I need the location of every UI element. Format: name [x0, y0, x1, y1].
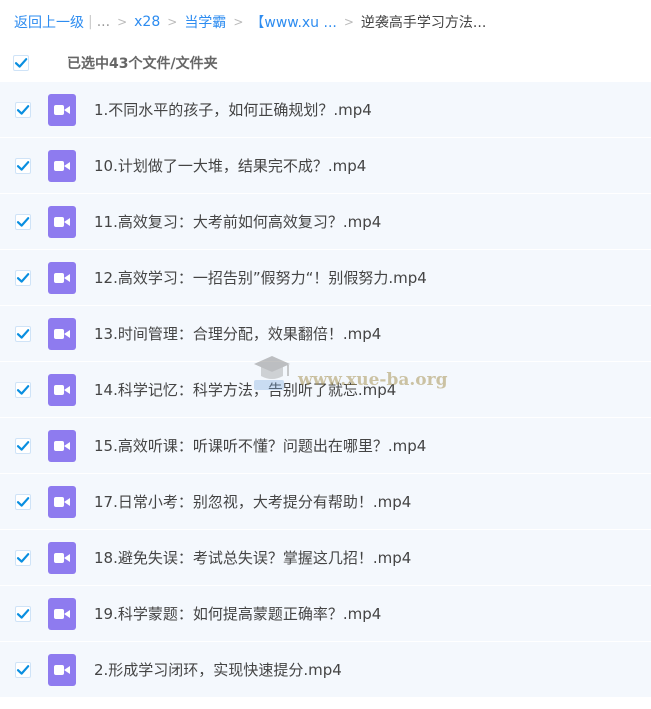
file-checkbox[interactable]	[15, 493, 31, 510]
video-file-icon	[48, 653, 76, 686]
file-checkbox[interactable]	[15, 661, 31, 678]
file-name[interactable]: 13.时间管理：合理分配，效果翻倍！.mp4	[94, 323, 381, 344]
video-file-icon	[48, 485, 76, 518]
selection-header: 已选中43个文件/文件夹	[0, 44, 651, 82]
file-row[interactable]: 2.形成学习闭环，实现快速提分.mp4	[0, 642, 651, 698]
chevron-right-icon: >	[117, 15, 128, 29]
file-checkbox[interactable]	[15, 381, 31, 398]
video-file-icon	[48, 317, 76, 350]
breadcrumb-item-xueba[interactable]: 当学霸	[184, 12, 226, 32]
file-name[interactable]: 12.高效学习：一招告别”假努力“！别假努力.mp4	[94, 267, 427, 288]
breadcrumb-current: 逆袭高手学习方法...	[360, 15, 487, 31]
file-name[interactable]: 10.计划做了一大堆，结果完不成？.mp4	[94, 155, 366, 176]
file-checkbox[interactable]	[15, 101, 31, 118]
file-name[interactable]: 15.高效听课：听课听不懂？问题出在哪里？.mp4	[94, 435, 426, 456]
file-row[interactable]: 1.不同水平的孩子，如何正确规划？.mp4	[0, 82, 651, 138]
video-file-icon	[48, 149, 76, 182]
file-checkbox[interactable]	[15, 605, 31, 622]
file-row[interactable]: 18.避免失误：考试总失误？掌握这几招！.mp4	[0, 530, 651, 586]
chevron-right-icon: >	[167, 15, 178, 29]
file-row[interactable]: 19.科学蒙题：如何提高蒙题正确率？.mp4	[0, 586, 651, 642]
video-file-icon	[48, 93, 76, 126]
video-file-icon	[48, 541, 76, 574]
checkmark-icon	[16, 160, 30, 171]
checkmark-icon	[16, 608, 30, 619]
video-file-icon	[48, 205, 76, 238]
selection-count: 已选中43个文件/文件夹	[67, 56, 218, 72]
video-file-icon	[48, 373, 76, 406]
video-file-icon	[48, 261, 76, 294]
file-row[interactable]: 12.高效学习：一招告别”假努力“！别假努力.mp4	[0, 250, 651, 306]
file-name[interactable]: 14.科学记忆：科学方法，告别听了就忘.mp4	[94, 379, 396, 400]
file-checkbox[interactable]	[15, 157, 31, 174]
file-name[interactable]: 17.日常小考：别忽视，大考提分有帮助！.mp4	[94, 491, 411, 512]
file-row[interactable]: 13.时间管理：合理分配，效果翻倍！.mp4	[0, 306, 651, 362]
file-checkbox[interactable]	[15, 269, 31, 286]
file-row[interactable]: 15.高效听课：听课听不懂？问题出在哪里？.mp4	[0, 418, 651, 474]
chevron-right-icon: >	[233, 15, 244, 29]
checkmark-icon	[16, 664, 30, 675]
back-link[interactable]: 返回上一级	[14, 12, 84, 32]
checkmark-icon	[16, 216, 30, 227]
breadcrumb-divider: |	[88, 14, 93, 30]
checkmark-icon	[16, 328, 30, 339]
file-checkbox[interactable]	[15, 213, 31, 230]
checkmark-icon	[16, 440, 30, 451]
file-row[interactable]: 11.高效复习：大考前如何高效复习？.mp4	[0, 194, 651, 250]
file-row[interactable]: 17.日常小考：别忽视，大考提分有帮助！.mp4	[0, 474, 651, 530]
file-checkbox[interactable]	[15, 549, 31, 566]
file-list: 1.不同水平的孩子，如何正确规划？.mp4 10.计划做了一大堆，结果完不成？.m…	[0, 82, 651, 698]
file-name[interactable]: 2.形成学习闭环，实现快速提分.mp4	[94, 659, 342, 680]
file-name[interactable]: 11.高效复习：大考前如何高效复习？.mp4	[94, 211, 381, 232]
breadcrumb-item-www[interactable]: 【www.xu ...	[250, 12, 336, 32]
checkmark-icon	[16, 104, 30, 115]
checkmark-icon	[16, 496, 30, 507]
file-checkbox[interactable]	[15, 437, 31, 454]
checkmark-icon	[14, 58, 28, 68]
file-name[interactable]: 1.不同水平的孩子，如何正确规划？.mp4	[94, 99, 372, 120]
checkmark-icon	[16, 384, 30, 395]
select-all-checkbox[interactable]	[13, 55, 29, 71]
breadcrumb-item-x28[interactable]: x28	[134, 14, 160, 30]
file-checkbox[interactable]	[15, 325, 31, 342]
checkmark-icon	[16, 552, 30, 563]
video-file-icon	[48, 429, 76, 462]
file-row[interactable]: 14.科学记忆：科学方法，告别听了就忘.mp4	[0, 362, 651, 418]
breadcrumb: 返回上一级 | ... > x28 > 当学霸 > 【www.xu ... > …	[0, 0, 651, 44]
chevron-right-icon: >	[343, 15, 354, 29]
breadcrumb-ellipsis[interactable]: ...	[97, 14, 110, 30]
file-name[interactable]: 18.避免失误：考试总失误？掌握这几招！.mp4	[94, 547, 411, 568]
file-row[interactable]: 10.计划做了一大堆，结果完不成？.mp4	[0, 138, 651, 194]
checkmark-icon	[16, 272, 30, 283]
video-file-icon	[48, 597, 76, 630]
file-name[interactable]: 19.科学蒙题：如何提高蒙题正确率？.mp4	[94, 603, 381, 624]
